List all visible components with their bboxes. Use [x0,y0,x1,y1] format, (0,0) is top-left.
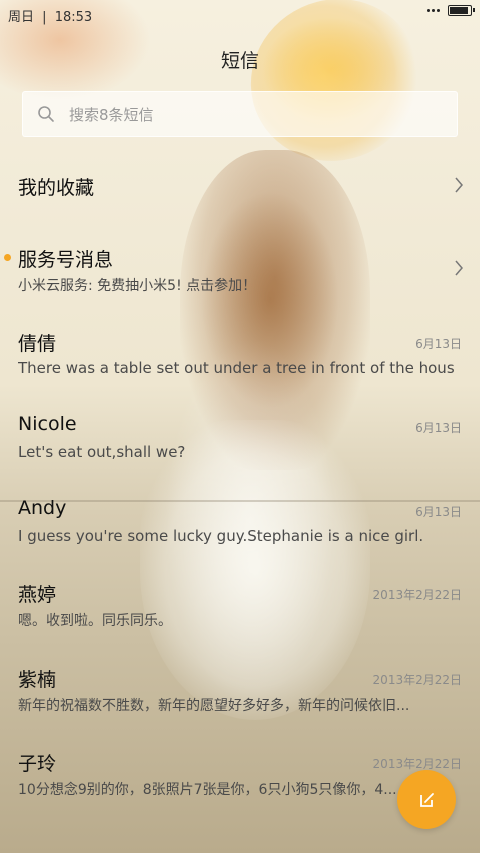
status-separator: | [42,10,47,25]
chevron-right-icon [455,260,463,276]
search-icon [38,106,54,122]
message-preview: 嗯。收到啦。同乐同乐。 [18,613,172,629]
message-preview: Let's eat out,shall we? [18,443,186,461]
message-date: 6月13日 [415,505,462,519]
service-preview: 小米云服务: 免费抽小米5! 点击参加！ [18,278,257,294]
message-date: 2013年2月22日 [372,588,462,602]
message-date: 2013年2月22日 [372,757,462,771]
favorites-label: 我的收藏 [18,177,95,199]
service-title: 服务号消息 [18,249,114,271]
unread-dot [4,254,11,261]
service-messages-row[interactable]: 服务号消息 小米云服务: 免费抽小米5! 点击参加！ [0,245,480,297]
page-title: 短信 [220,50,259,72]
chevron-right-icon [455,177,463,193]
contact-name: Nicole [18,413,77,435]
conversation-row[interactable]: 紫楠 2013年2月22日 新年的祝福数不胜数，新年的愿望好多好多，新年的问候依… [0,665,480,717]
contact-name: Andy [18,497,67,519]
battery-icon [448,5,475,16]
status-time: 18:53 [54,10,93,25]
contact-name: 紫楠 [18,669,57,691]
message-preview: 新年的祝福数不胜数，新年的愿望好多好多，新年的问候依旧... [18,698,410,714]
message-date: 6月13日 [415,337,462,351]
message-preview: 10分想念9别的你，8张照片7张是你，6只小狗5只像你，4... [18,782,397,798]
conversation-row[interactable]: 倩倩 6月13日 There was a table set out under… [0,329,480,381]
search-placeholder: 搜索8条短信 [69,105,154,124]
message-preview: I guess you're some lucky guy.Stephanie … [18,527,424,545]
message-date: 6月13日 [415,421,462,435]
conversation-row[interactable]: Nicole 6月13日 Let's eat out,shall we? [0,413,480,465]
status-day: 周日 [8,10,35,25]
battery-fill [450,7,468,14]
contact-name: 子玲 [18,753,57,775]
compose-button[interactable] [397,770,456,829]
more-dots-icon [427,9,440,12]
contact-name: 倩倩 [18,333,57,355]
search-bar[interactable]: 搜索8条短信 [22,91,458,137]
conversation-row[interactable]: 燕婷 2013年2月22日 嗯。收到啦。同乐同乐。 [0,580,480,632]
contact-name: 燕婷 [18,584,57,606]
conversation-row[interactable]: Andy 6月13日 I guess you're some lucky guy… [0,497,480,549]
message-preview: There was a table set out under a tree i… [18,359,455,377]
status-bar: 周日 | 18:53 [0,0,480,28]
status-left: 周日 | 18:53 [8,6,92,25]
message-date: 2013年2月22日 [372,673,462,687]
compose-icon [419,792,434,807]
status-right [427,5,475,16]
favorites-row[interactable]: 我的收藏 [0,173,480,203]
